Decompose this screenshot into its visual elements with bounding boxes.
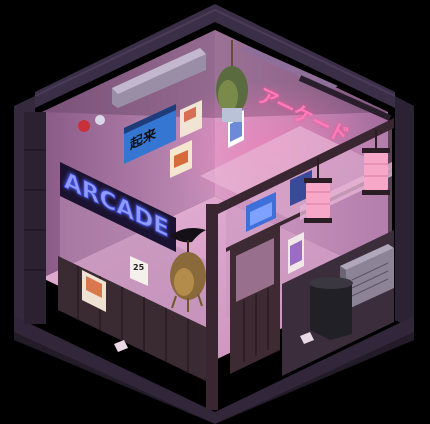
arcade-diorama: 起来 アーケード アーケード 25 ARCADE ARCADE bbox=[14, 4, 414, 424]
poster-number: 25 bbox=[133, 263, 145, 272]
trash-bin-icon bbox=[309, 277, 353, 340]
